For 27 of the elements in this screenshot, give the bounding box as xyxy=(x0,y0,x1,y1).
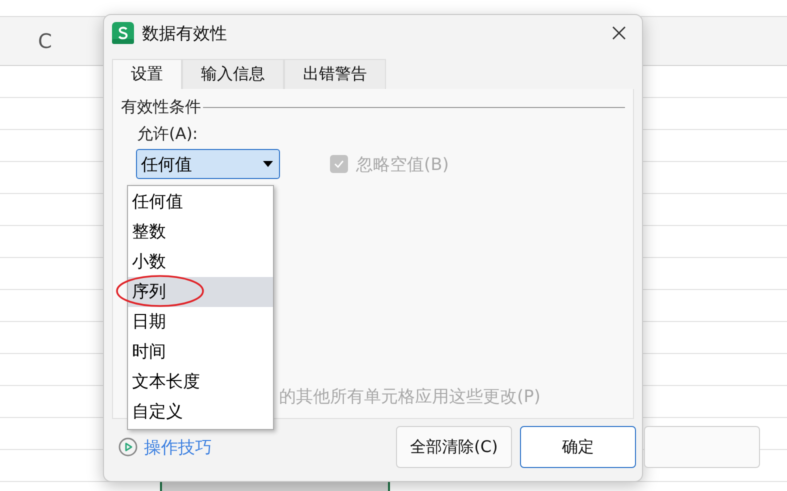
dropdown-option[interactable]: 自定义 xyxy=(128,397,273,427)
caret-icon xyxy=(263,161,273,167)
dropdown-option[interactable]: 文本长度 xyxy=(128,367,273,397)
dropdown-option[interactable]: 整数 xyxy=(128,217,273,247)
dialog-button[interactable]: 全部清除(C) xyxy=(396,426,512,468)
dropdown-option[interactable]: 小数 xyxy=(128,247,273,277)
allow-label: 允许(A): xyxy=(137,124,199,145)
allow-dropdown[interactable]: 任何值 xyxy=(136,149,280,179)
section-title: 有效性条件 xyxy=(121,97,201,118)
apply-note: 的其他所有单元格应用这些更改(P) xyxy=(279,386,542,408)
app-icon xyxy=(112,22,134,44)
play-icon xyxy=(118,437,138,457)
tab[interactable]: 设置 xyxy=(112,59,182,89)
dropdown-option[interactable]: 序列 xyxy=(128,277,273,307)
dropdown-option[interactable]: 时间 xyxy=(128,337,273,367)
dropdown-option[interactable]: 任何值 xyxy=(128,187,273,217)
tab[interactable]: 输入信息 xyxy=(182,59,284,89)
column-header[interactable]: C xyxy=(38,29,52,53)
dialog-button[interactable] xyxy=(644,426,760,468)
dialog-button[interactable]: 确定 xyxy=(520,426,636,468)
close-icon[interactable] xyxy=(612,26,626,40)
window-title: 数据有效性 xyxy=(142,22,228,44)
tips-link[interactable]: 操作技巧 xyxy=(144,436,212,458)
dropdown-option[interactable]: 日期 xyxy=(128,307,273,337)
check-icon xyxy=(334,160,344,168)
checkbox-label: 忽略空值(B) xyxy=(356,154,449,176)
tab[interactable]: 出错警告 xyxy=(284,59,386,89)
